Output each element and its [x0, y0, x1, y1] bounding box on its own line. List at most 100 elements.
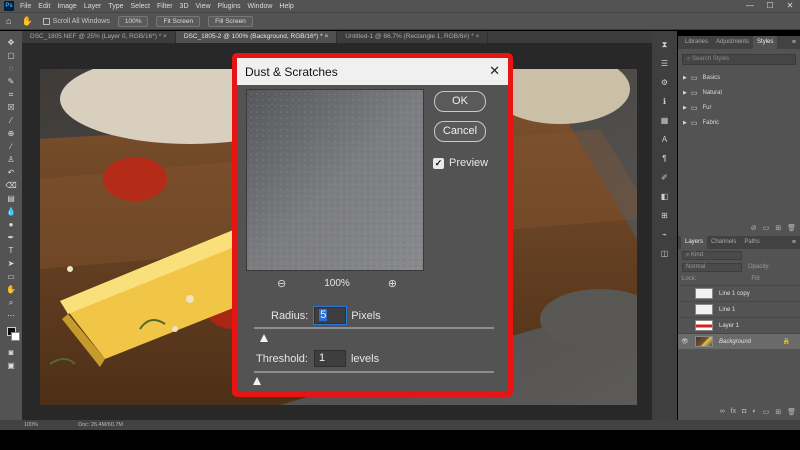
- character-panel-icon[interactable]: A: [659, 134, 671, 146]
- layer-row-line-1[interactable]: Line 1: [678, 301, 800, 317]
- menu-view[interactable]: View: [196, 3, 211, 10]
- layer-row-layer-1[interactable]: Layer 1: [678, 317, 800, 333]
- style-folder-fur[interactable]: ▶ ▭ Fur: [678, 100, 800, 115]
- home-icon[interactable]: ⌂: [6, 16, 11, 26]
- layer-row-background[interactable]: 👁 Background 🔒: [678, 333, 800, 349]
- info-panel-icon[interactable]: ℹ: [659, 96, 671, 108]
- zoom-tool-icon[interactable]: ⌕: [4, 297, 18, 308]
- styles-search-input[interactable]: ⌕ Search Styles: [682, 54, 796, 65]
- eraser-tool-icon[interactable]: ⌫: [4, 180, 18, 191]
- type-tool-icon[interactable]: T: [4, 245, 18, 256]
- tab-libraries[interactable]: Libraries: [681, 36, 712, 49]
- fx-icon[interactable]: fx: [731, 408, 736, 416]
- path-select-tool-icon[interactable]: ➤: [4, 258, 18, 269]
- properties-panel-icon[interactable]: ☰: [659, 58, 671, 70]
- menu-image[interactable]: Image: [57, 3, 76, 10]
- quick-mask-icon[interactable]: ◙: [4, 347, 18, 358]
- background-color-swatch[interactable]: [10, 332, 20, 341]
- quick-select-tool-icon[interactable]: ✎: [4, 76, 18, 87]
- brushes-panel-icon[interactable]: ✐: [659, 172, 671, 184]
- fit-screen-button[interactable]: Fit Screen: [156, 15, 201, 27]
- channels-panel-icon[interactable]: ⊞: [659, 210, 671, 222]
- spot-healing-tool-icon[interactable]: ⊕: [4, 128, 18, 139]
- status-zoom[interactable]: 100%: [24, 422, 38, 428]
- panel-menu-icon[interactable]: ≡: [792, 36, 796, 49]
- filter-preview[interactable]: [246, 89, 424, 271]
- menu-file[interactable]: File: [20, 3, 31, 10]
- scroll-all-checkbox[interactable]: [42, 17, 50, 25]
- threshold-input[interactable]: 1: [313, 350, 346, 367]
- link-layers-icon[interactable]: ∞: [720, 408, 725, 416]
- cancel-button[interactable]: Cancel: [434, 121, 486, 142]
- doc-tab-1[interactable]: DSC_1805.NEF @ 25% (Layer 0, RGB/16*) * …: [22, 31, 176, 43]
- menu-window[interactable]: Window: [248, 3, 273, 10]
- menu-filter[interactable]: Filter: [157, 3, 173, 10]
- swatches-panel-icon[interactable]: ▦: [659, 115, 671, 127]
- paragraph-panel-icon[interactable]: ¶: [659, 153, 671, 165]
- menu-layer[interactable]: Layer: [84, 3, 102, 10]
- gradient-tool-icon[interactable]: ▤: [4, 193, 18, 204]
- artboard-tool-icon[interactable]: ▢: [4, 50, 18, 61]
- brush-tool-icon[interactable]: ∕: [4, 141, 18, 152]
- layer-row-line-1-copy[interactable]: Line 1 copy: [678, 285, 800, 301]
- kind-filter-select[interactable]: ⌕ Kind: [682, 250, 742, 260]
- blend-mode-select[interactable]: Normal: [682, 262, 742, 272]
- threshold-slider-thumb[interactable]: [253, 377, 261, 385]
- glyphs-panel-icon[interactable]: ◧: [659, 191, 671, 203]
- screen-mode-icon[interactable]: ▣: [4, 360, 18, 371]
- doc-tab-3[interactable]: Untitled-1 @ 66.7% (Rectangle 1, RGB/8#)…: [337, 31, 489, 43]
- move-tool-icon[interactable]: ✥: [4, 37, 18, 48]
- menu-edit[interactable]: Edit: [38, 3, 50, 10]
- style-folder-fabric[interactable]: ▶ ▭ Fabric: [678, 115, 800, 130]
- new-group-icon[interactable]: ▭: [763, 224, 770, 232]
- lasso-tool-icon[interactable]: ◌: [4, 63, 18, 74]
- panel-menu-icon[interactable]: ≡: [792, 236, 796, 249]
- history-panel-icon[interactable]: ⧗: [659, 39, 671, 51]
- frame-tool-icon[interactable]: ☒: [4, 102, 18, 113]
- new-layer-icon[interactable]: ⊞: [775, 408, 781, 416]
- minimize-icon[interactable]: —: [740, 0, 760, 12]
- menu-type[interactable]: Type: [108, 3, 123, 10]
- navigator-panel-icon[interactable]: ◫: [659, 248, 671, 260]
- fill-screen-button[interactable]: Fill Screen: [208, 15, 253, 27]
- zoom-value-button[interactable]: 100%: [117, 15, 149, 27]
- radius-slider-thumb[interactable]: [259, 334, 268, 342]
- eyedropper-tool-icon[interactable]: ⁄: [4, 115, 18, 126]
- history-brush-tool-icon[interactable]: ↶: [4, 167, 18, 178]
- menu-plugins[interactable]: Plugins: [218, 3, 241, 10]
- more-tools-icon[interactable]: ⋯: [4, 310, 18, 321]
- tab-layers[interactable]: Layers: [681, 236, 708, 249]
- hand-tool-side-icon[interactable]: ✋: [4, 284, 18, 295]
- menu-select[interactable]: Select: [131, 3, 150, 10]
- new-group-icon[interactable]: ▭: [763, 408, 770, 416]
- tab-adjustments[interactable]: Adjustments: [712, 36, 753, 49]
- close-icon[interactable]: ✕: [489, 63, 500, 79]
- hand-tool-icon[interactable]: ✋: [21, 16, 32, 27]
- new-style-icon[interactable]: ⊞: [775, 224, 781, 232]
- menu-help[interactable]: Help: [279, 3, 293, 10]
- ok-button[interactable]: OK: [434, 91, 486, 112]
- clear-style-icon[interactable]: ⊘: [751, 224, 757, 232]
- tab-styles[interactable]: Styles: [753, 36, 778, 49]
- style-folder-natural[interactable]: ▶ ▭ Natural: [678, 85, 800, 100]
- delete-icon[interactable]: 🗑: [787, 408, 796, 416]
- status-doc-info[interactable]: Doc: 26.4M/60.7M: [78, 422, 123, 428]
- dodge-tool-icon[interactable]: ●: [4, 219, 18, 230]
- eye-icon[interactable]: 👁: [681, 338, 691, 345]
- delete-icon[interactable]: 🗑: [787, 224, 796, 232]
- menu-3d[interactable]: 3D: [180, 3, 189, 10]
- preview-toggle[interactable]: ✓ Preview: [433, 157, 488, 169]
- paths-panel-icon[interactable]: ⌁: [659, 229, 671, 241]
- adjust-panel-icon[interactable]: ⚙: [659, 77, 671, 89]
- tab-paths[interactable]: Paths: [740, 236, 763, 249]
- style-folder-basics[interactable]: ▶ ▭ Basics: [678, 70, 800, 85]
- add-mask-icon[interactable]: ◘: [742, 408, 746, 416]
- radius-slider-track[interactable]: [254, 327, 494, 329]
- close-window-icon[interactable]: ✕: [780, 0, 800, 12]
- rectangle-tool-icon[interactable]: ▭: [4, 271, 18, 282]
- maximize-icon[interactable]: ☐: [760, 0, 780, 12]
- radius-input[interactable]: 5: [313, 306, 348, 325]
- threshold-slider-track[interactable]: [254, 371, 494, 373]
- tab-channels[interactable]: Channels: [707, 236, 740, 249]
- zoom-out-icon[interactable]: ⊖: [277, 277, 286, 290]
